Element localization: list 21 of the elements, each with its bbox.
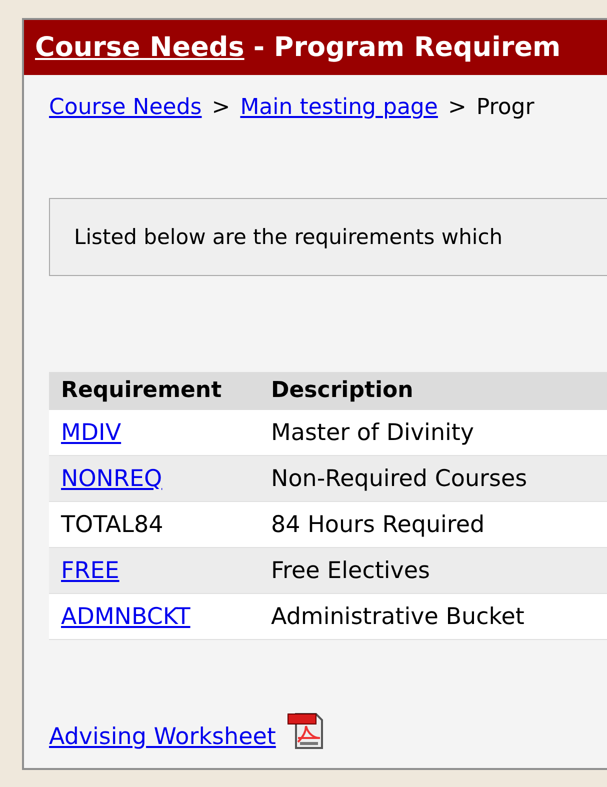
header-link[interactable]: Course Needs [35, 32, 244, 63]
table-cell: Free Electives [259, 548, 607, 594]
table-cell: Master of Divinity [259, 410, 607, 456]
page-title: - Program Requirem [253, 32, 561, 63]
table-cell: Administrative Bucket [259, 594, 607, 640]
breadcrumb-current: Progr [476, 95, 534, 120]
table-cell: Non-Required Courses [259, 456, 607, 502]
requirement-link[interactable]: NONREQ [61, 466, 162, 492]
column-header: Requirement [49, 372, 259, 410]
breadcrumb-separator: > [448, 95, 466, 120]
requirement-link[interactable]: ADMNBCKT [61, 604, 190, 630]
requirement-link[interactable]: MDIV [61, 420, 122, 446]
breadcrumb-link[interactable]: Main testing page [240, 95, 438, 120]
worksheet-link[interactable]: Advising Worksheet [49, 724, 276, 750]
requirement-link[interactable]: FREE [61, 558, 120, 584]
column-header: Description [259, 372, 607, 410]
breadcrumb-link[interactable]: Course Needs [49, 95, 202, 120]
table-cell: 84 Hours Required [259, 502, 607, 548]
info-box: Listed below are the requirements which [49, 198, 607, 276]
requirement-code: TOTAL84 [61, 512, 164, 538]
breadcrumb-separator: > [212, 95, 230, 120]
